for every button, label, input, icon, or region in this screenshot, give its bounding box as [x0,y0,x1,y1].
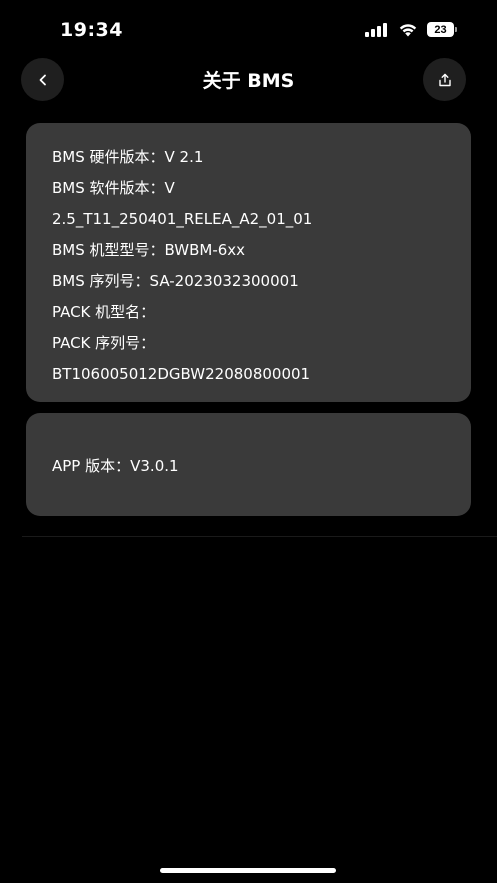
battery-cap [455,27,457,32]
battery-level: 23 [427,22,454,37]
share-button[interactable] [423,58,466,101]
pack-model-name: PACK 机型名： [52,303,156,321]
home-indicator [160,868,336,873]
nav-header: 关于 BMS [0,56,497,102]
pack-serial-number-label: PACK 序列号： [52,334,156,352]
status-icons: 23 [365,22,457,37]
status-time: 19:34 [60,19,123,41]
wifi-icon [399,23,417,36]
signal-icon [365,22,387,37]
bms-model: BMS 机型型号：BWBM-6xx [52,241,246,259]
bms-hardware-version: BMS 硬件版本：V 2.1 [52,148,204,166]
share-icon [438,73,451,86]
bms-info-card: BMS 硬件版本：V 2.1 BMS 软件版本：V 2.5_T11_250401… [26,123,471,402]
status-bar: 19:34 23 [0,0,497,56]
bms-serial-number: BMS 序列号：SA-2023032300001 [52,272,299,290]
bms-software-version-label: BMS 软件版本：V [52,179,175,197]
pack-serial-number-value: BT106005012DGBW22080800001 [52,365,311,383]
bms-software-version-value: 2.5_T11_250401_RELEA_A2_01_01 [52,210,313,228]
divider [22,536,497,537]
battery-icon: 23 [427,22,457,37]
app-version: APP 版本：V3.0.1 [52,457,179,475]
app-info-card: APP 版本：V3.0.1 [26,413,471,516]
